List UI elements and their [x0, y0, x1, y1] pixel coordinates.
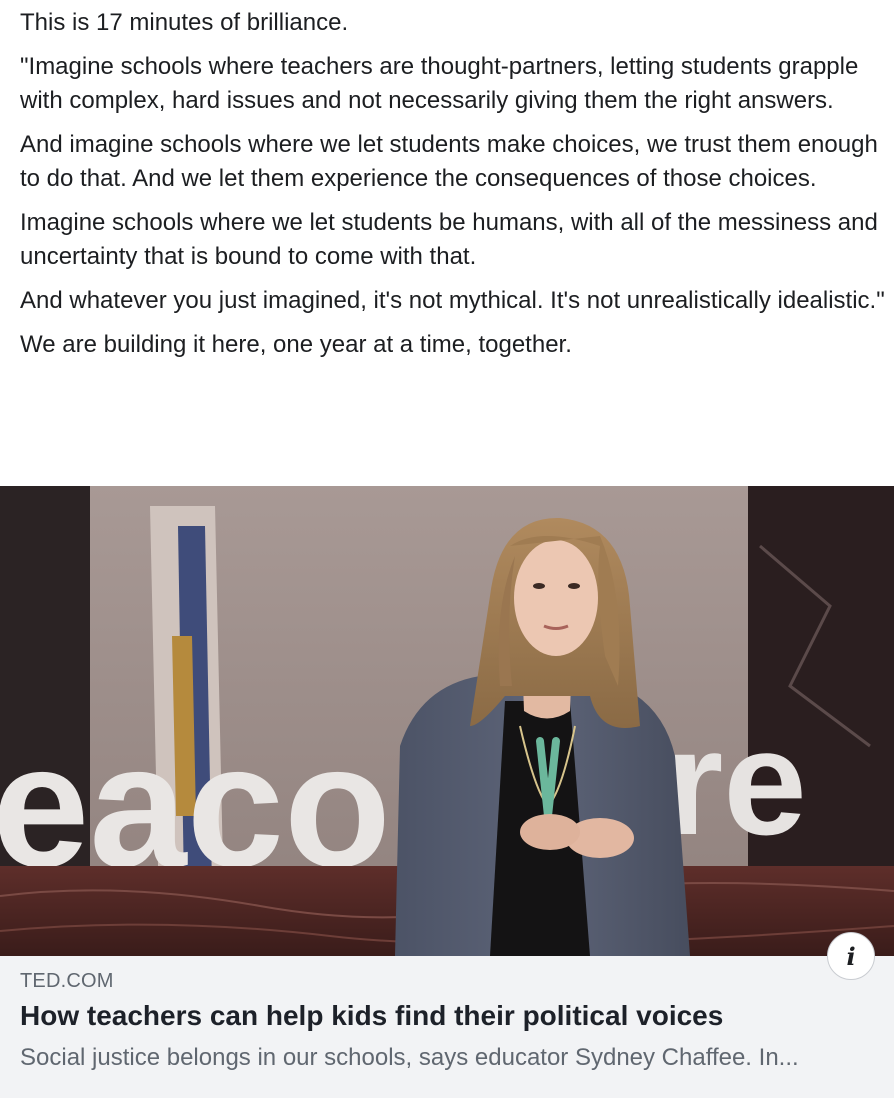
post-paragraph: This is 17 minutes of brilliance. [20, 9, 349, 36]
post-paragraph: We are building it here, one year at a t… [20, 331, 572, 358]
post-paragraph: "Imagine schools where teachers are thou… [20, 53, 859, 114]
link-domain: TED.COM [20, 970, 114, 992]
post-paragraph: Imagine schools where we let students be… [20, 209, 878, 270]
facebook-post: This is 17 minutes of brilliance. "Imagi… [0, 0, 894, 1098]
link-preview-card[interactable]: eaco tre i TED.COM How teachers can help… [0, 486, 894, 1098]
link-preview-meta[interactable]: TED.COM How teachers can help kids find … [0, 956, 894, 1098]
post-paragraph: And imagine schools where we let student… [20, 131, 878, 192]
info-icon[interactable]: i [827, 932, 875, 980]
link-description: Social justice belongs in our schools, s… [20, 1044, 799, 1071]
link-title[interactable]: How teachers can help kids find their po… [20, 1000, 723, 1032]
post-paragraph: And whatever you just imagined, it's not… [20, 287, 885, 314]
post-text: This is 17 minutes of brilliance. "Imagi… [20, 6, 886, 372]
speaker-photo: eaco tre [0, 486, 894, 956]
link-preview-image[interactable]: eaco tre [0, 486, 894, 956]
